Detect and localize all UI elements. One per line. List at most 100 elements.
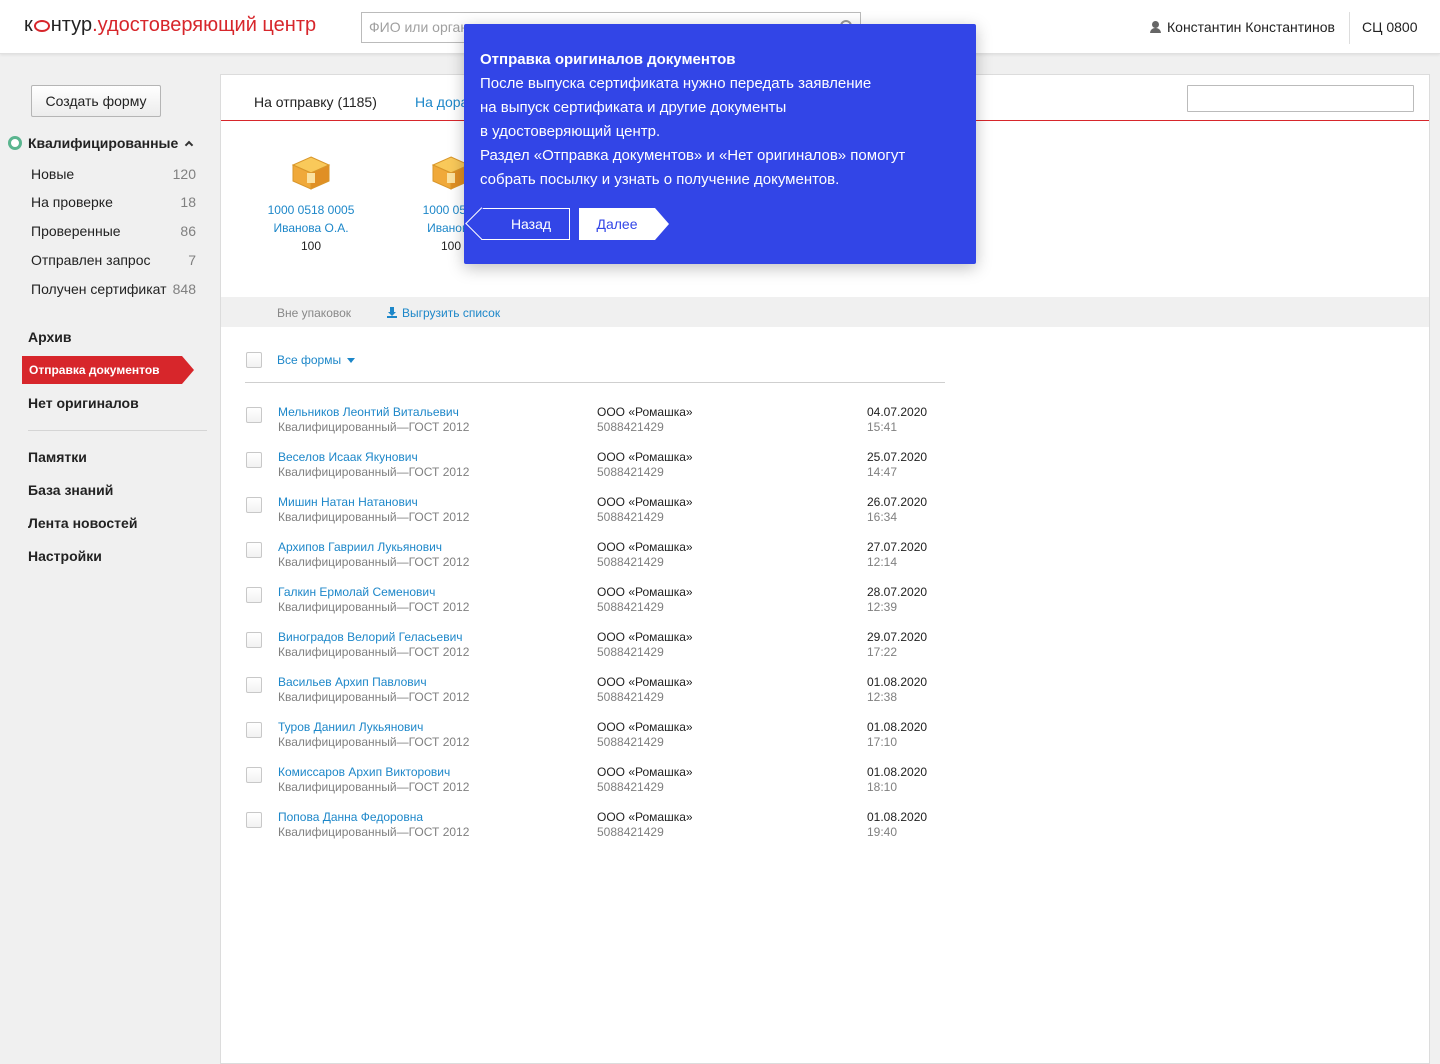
popover-line: собрать посылку и узнать о получение док… (480, 171, 840, 188)
table-row[interactable]: Виноградов Велорий Геласьевич Квалифициро… (221, 630, 981, 670)
logo-brand-suffix: нтур (50, 14, 93, 36)
sidebar-item-count: 86 (180, 223, 196, 239)
person-name-link[interactable]: Веселов Исаак Якунович (278, 450, 469, 465)
package-box-icon (291, 156, 331, 190)
sidebar-item-cert-received[interactable]: Получен сертификат 848 (31, 281, 196, 297)
select-all-checkbox[interactable] (246, 352, 262, 368)
logo-brand-prefix: к (24, 14, 33, 36)
org-name: ООО «Ромашка» (597, 405, 693, 419)
outside-packages-label[interactable]: Вне упаковок (277, 306, 351, 320)
row-checkbox[interactable] (246, 542, 262, 558)
export-list-link[interactable]: Выгрузить список (387, 306, 500, 320)
table-row[interactable]: Архипов Гавриил Лукьянович Квалифицирован… (221, 540, 981, 580)
person-name-link[interactable]: Васильев Архип Павлович (278, 675, 469, 690)
sidebar-item-label: Новые (31, 166, 75, 182)
create-form-button[interactable]: Создать форму (31, 85, 161, 117)
all-forms-dropdown[interactable]: Все формы (277, 353, 356, 367)
popover-body: После выпуска сертификата нужно передать… (480, 72, 960, 192)
row-date: 25.07.2020 (867, 450, 928, 464)
org-name: ООО «Ромашка» (597, 765, 693, 779)
row-checkbox[interactable] (246, 812, 262, 828)
user-menu[interactable]: Константин Константинов (1150, 19, 1335, 35)
org-name: ООО «Ромашка» (597, 675, 693, 689)
sidebar-item-in-review[interactable]: На проверке 18 (31, 194, 196, 210)
row-checkbox[interactable] (246, 407, 262, 423)
person-name-link[interactable]: Попова Данна Федоровна (278, 810, 469, 825)
row-time: 12:38 (867, 690, 898, 704)
sidebar-item-label: Получен сертификат (31, 281, 167, 297)
center-code[interactable]: СЦ 0800 (1362, 19, 1418, 35)
sidebar-section-qualified[interactable]: Квалифицированные (8, 135, 194, 151)
package-number[interactable]: 1000 0518 0005 (251, 201, 371, 219)
row-date: 29.07.2020 (867, 630, 928, 644)
person-name-link[interactable]: Архипов Гавриил Лукьянович (278, 540, 469, 555)
tab-to-revise[interactable]: На дора (415, 94, 468, 110)
person-name-link[interactable]: Мельников Леонтий Витальевич (278, 405, 469, 420)
package-toolbar: Вне упаковок Выгрузить список (221, 297, 1429, 327)
org-name: ООО «Ромашка» (597, 810, 693, 824)
table-row[interactable]: Мишин Натан Натанович Квалифицированный—Г… (221, 495, 981, 535)
onboarding-popover: Отправка оригиналов документов После вып… (464, 24, 976, 264)
all-forms-label: Все формы (277, 353, 342, 367)
person-name-link[interactable]: Комиссаров Архип Викторович (278, 765, 469, 780)
logo-subtitle: .удостоверяющий центр (92, 14, 317, 36)
sidebar: Создать форму Квалифицированные Новые 12… (0, 54, 220, 1064)
table-row[interactable]: Мельников Леонтий Витальевич Квалифициров… (221, 405, 981, 445)
chevron-up-icon[interactable] (185, 140, 194, 150)
row-checkbox[interactable] (246, 767, 262, 783)
person-name-link[interactable]: Мишин Натан Натанович (278, 495, 469, 510)
tab-to-send[interactable]: На отправку (1185) (254, 94, 377, 110)
table-row[interactable]: Васильев Архип Павлович Квалифицированный… (221, 675, 981, 715)
sidebar-item-label: На проверке (31, 194, 113, 210)
row-checkbox[interactable] (246, 632, 262, 648)
org-inn: 5088421429 (597, 555, 664, 569)
table-row[interactable]: Комиссаров Архип Викторович Квалифицирова… (221, 765, 981, 805)
logo-cloud-icon (33, 20, 50, 32)
row-checkbox[interactable] (246, 587, 262, 603)
table-row[interactable]: Туров Даниил Лукьянович Квалифицированный… (221, 720, 981, 760)
row-time: 19:40 (867, 825, 898, 839)
person-name-link[interactable]: Виноградов Велорий Геласьевич (278, 630, 469, 645)
back-button-label: Назад (510, 216, 552, 232)
org-inn: 5088421429 (597, 690, 664, 704)
back-button[interactable]: Назад (481, 208, 570, 240)
caret-down-icon (347, 358, 356, 363)
row-checkbox[interactable] (246, 677, 262, 693)
sidebar-item-news-feed[interactable]: Лента новостей (28, 515, 137, 531)
org-inn: 5088421429 (597, 600, 664, 614)
org-name: ООО «Ромашка» (597, 450, 693, 464)
table-row[interactable]: Попова Данна Федоровна Квалифицированный—… (221, 810, 981, 850)
person-name-link[interactable]: Туров Даниил Лукьянович (278, 720, 469, 735)
filter-input[interactable] (1187, 85, 1414, 112)
export-list-label: Выгрузить список (402, 306, 501, 320)
person-name-link[interactable]: Галкин Ермолай Семенович (278, 585, 469, 600)
user-icon (1150, 21, 1161, 33)
table-row[interactable]: Галкин Ермолай Семенович Квалифицированны… (221, 585, 981, 625)
org-inn: 5088421429 (597, 420, 664, 434)
row-checkbox[interactable] (246, 452, 262, 468)
header-divider (1349, 12, 1350, 44)
row-checkbox[interactable] (246, 497, 262, 513)
sidebar-item-knowledge-base[interactable]: База знаний (28, 482, 113, 498)
sidebar-item-count: 7 (188, 252, 196, 268)
sidebar-item-new[interactable]: Новые 120 (31, 166, 196, 182)
org-name: ООО «Ромашка» (597, 585, 693, 599)
sidebar-item-checked[interactable]: Проверенные 86 (31, 223, 196, 239)
cert-type: Квалифицированный—ГОСТ 2012 (278, 690, 470, 704)
package-owner[interactable]: Иванова О.А. (251, 219, 371, 237)
row-checkbox[interactable] (246, 722, 262, 738)
cert-type: Квалифицированный—ГОСТ 2012 (278, 780, 470, 794)
org-inn: 5088421429 (597, 735, 664, 749)
logo[interactable]: к нтур.удостоверяющий центр (24, 14, 316, 37)
sidebar-item-label: Отправлен запрос (31, 252, 151, 268)
sidebar-item-memos[interactable]: Памятки (28, 449, 87, 465)
sidebar-item-request-sent[interactable]: Отправлен запрос 7 (31, 252, 196, 268)
package-card[interactable]: 1000 0518 0005 Иванова О.А. 100 (251, 155, 371, 255)
sidebar-item-send-documents[interactable]: Отправка документов (22, 356, 194, 384)
next-button[interactable]: Далее (579, 208, 669, 240)
sidebar-item-archive[interactable]: Архив (28, 329, 71, 345)
sidebar-item-no-originals[interactable]: Нет оригиналов (28, 395, 139, 411)
cert-type: Квалифицированный—ГОСТ 2012 (278, 825, 470, 839)
sidebar-item-settings[interactable]: Настройки (28, 548, 102, 564)
table-row[interactable]: Веселов Исаак Якунович Квалифицированный—… (221, 450, 981, 490)
